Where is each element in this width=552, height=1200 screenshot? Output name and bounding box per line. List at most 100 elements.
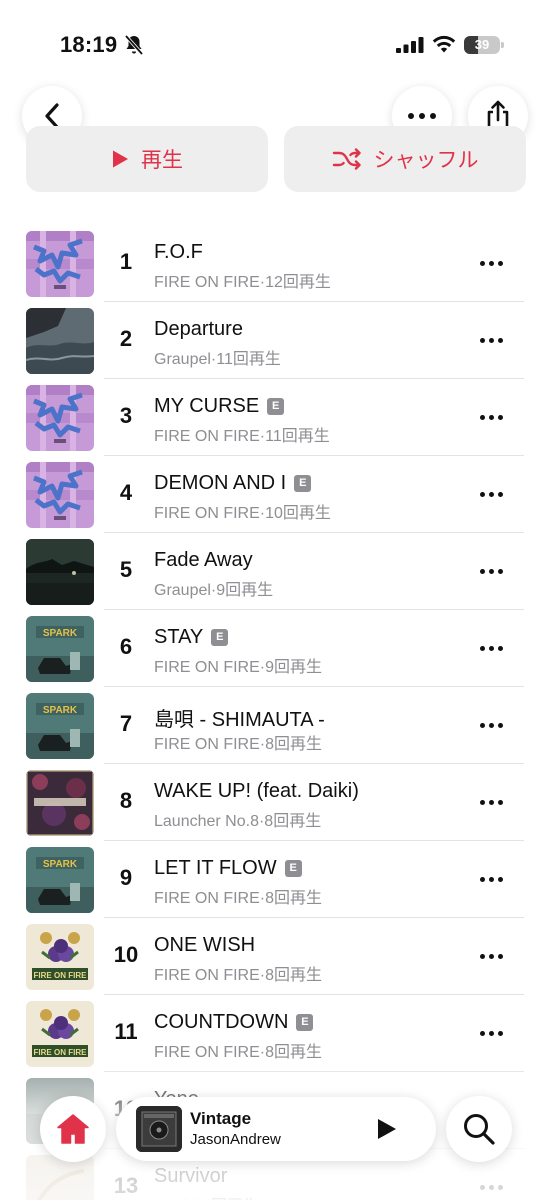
track-more-button[interactable] — [476, 1021, 506, 1045]
track-play-count: 10回再生 — [265, 505, 331, 522]
track-number: 6 — [119, 634, 133, 659]
home-button[interactable] — [40, 1096, 106, 1162]
track-title: Fade Away — [154, 549, 253, 571]
track-artwork — [26, 231, 94, 297]
track-row[interactable]: SPARK 9 LET IT FLOW E FIRE ON FIRE·8回再生 — [0, 841, 552, 918]
search-icon — [464, 1114, 495, 1145]
svg-text:SPARK: SPARK — [43, 628, 78, 639]
track-more-button[interactable] — [476, 790, 506, 814]
track-artwork: FIRE ON FIRE — [26, 1001, 94, 1067]
track-row[interactable]: FIRE ON FIRE 10 ONE WISH FIRE ON FIRE·8回再生 — [0, 918, 552, 995]
track-artist: FIRE ON FIRE — [154, 428, 260, 445]
track-more-button[interactable] — [476, 482, 506, 506]
now-playing-artist: JasonAndrew — [190, 1131, 281, 1148]
explicit-badge: E — [284, 860, 302, 877]
track-artwork — [26, 308, 94, 374]
track-play-count: 9回再生 — [216, 582, 274, 599]
track-title: 島唄 - SHIMAUTA - — [154, 709, 325, 731]
track-more-button[interactable] — [476, 559, 506, 583]
track-artist: Graupel — [154, 351, 211, 368]
track-title: MY CURSE — [154, 395, 260, 417]
track-artwork: SPARK — [26, 693, 94, 759]
track-title-line: Fade Away — [154, 549, 253, 572]
play-icon[interactable] — [374, 1117, 398, 1141]
track-play-count: 9回再生 — [265, 659, 323, 676]
shuffle-icon — [332, 148, 361, 170]
track-title-line: ONE WISH — [154, 934, 255, 957]
track-title-line: STAY E — [154, 626, 229, 649]
track-play-count: 8回再生 — [265, 890, 323, 907]
track-title-line: DEMON AND I E — [154, 472, 312, 495]
cellular-signal-icon — [396, 37, 424, 53]
track-artwork: FIRE ON FIRE — [26, 924, 94, 990]
explicit-badge: E — [294, 475, 312, 492]
track-more-button[interactable] — [476, 944, 506, 968]
track-number: 10 — [113, 942, 139, 967]
explicit-badge: E — [211, 629, 229, 646]
home-icon — [57, 1114, 89, 1144]
shuffle-button[interactable]: シャッフル — [284, 126, 526, 192]
track-more-button[interactable] — [476, 713, 506, 737]
now-playing-artwork — [136, 1106, 182, 1152]
track-more-button[interactable] — [476, 867, 506, 891]
track-more-button[interactable] — [476, 636, 506, 660]
track-artwork — [26, 770, 94, 836]
track-title-line: COUNTDOWN E — [154, 1011, 314, 1034]
track-row[interactable]: 2 Departure Graupel·11回再生 — [0, 302, 552, 379]
play-icon — [113, 150, 128, 168]
track-play-count: 8回再生 — [265, 736, 323, 753]
search-button[interactable] — [446, 1096, 512, 1162]
track-title: STAY — [154, 626, 204, 648]
status-bar: 18:19 39 — [0, 0, 552, 90]
track-more-button[interactable] — [476, 328, 506, 352]
track-row[interactable]: 4 DEMON AND I E FIRE ON FIRE·10回再生 — [0, 456, 552, 533]
track-subtitle: FIRE ON FIRE·8回再生 — [154, 1038, 322, 1062]
track-title-line: F.O.F — [154, 241, 203, 264]
track-artwork — [26, 385, 94, 451]
track-subtitle: FIRE ON FIRE·9回再生 — [154, 653, 322, 677]
mini-player[interactable]: Vintage JasonAndrew — [116, 1097, 436, 1161]
track-title-line: WAKE UP! (feat. Daiki) — [154, 780, 359, 803]
battery-level: 39 — [474, 37, 490, 52]
track-title: DEMON AND I — [154, 472, 287, 494]
track-artwork — [26, 462, 94, 528]
svg-text:SPARK: SPARK — [43, 859, 78, 870]
ellipsis-icon — [408, 113, 436, 119]
track-title-line: LET IT FLOW E — [154, 857, 302, 880]
track-artwork — [26, 539, 94, 605]
play-label: 再生 — [141, 149, 183, 172]
track-title-line: MY CURSE E — [154, 395, 285, 418]
track-artwork: SPARK — [26, 616, 94, 682]
track-row[interactable]: 3 MY CURSE E FIRE ON FIRE·11回再生 — [0, 379, 552, 456]
track-subtitle: FIRE ON FIRE·11回再生 — [154, 422, 330, 446]
status-time: 18:19 — [60, 32, 118, 57]
track-row[interactable]: 5 Fade Away Graupel·9回再生 — [0, 533, 552, 610]
track-more-button[interactable] — [476, 405, 506, 429]
track-more-button[interactable] — [476, 251, 506, 275]
svg-text:SPARK: SPARK — [43, 705, 78, 716]
explicit-badge: E — [267, 398, 285, 415]
svg-text:FIRE ON FIRE: FIRE ON FIRE — [34, 1048, 88, 1057]
track-artist: FIRE ON FIRE — [154, 736, 260, 753]
track-artist: Graupel — [154, 582, 211, 599]
play-button[interactable]: 再生 — [26, 126, 268, 192]
track-artist: FIRE ON FIRE — [154, 505, 260, 522]
track-subtitle: FIRE ON FIRE·8回再生 — [154, 884, 322, 908]
track-row[interactable]: SPARK 6 STAY E FIRE ON FIRE·9回再生 — [0, 610, 552, 687]
track-row[interactable]: SPARK 7 島唄 - SHIMAUTA - FIRE ON FIRE·8回再生 — [0, 687, 552, 764]
track-row[interactable]: 1 F.O.F FIRE ON FIRE·12回再生 — [0, 225, 552, 302]
track-row[interactable]: 8 WAKE UP! (feat. Daiki) Launcher No.8·8回再… — [0, 764, 552, 841]
track-play-count: 8回再生 — [265, 1044, 323, 1061]
track-artwork: SPARK — [26, 847, 94, 913]
shuffle-label: シャッフル — [373, 149, 479, 172]
track-title: LET IT FLOW — [154, 857, 277, 879]
track-title: WAKE UP! (feat. Daiki) — [154, 780, 359, 802]
track-subtitle: FIRE ON FIRE·8回再生 — [154, 730, 322, 754]
track-title-line: Departure — [154, 318, 243, 341]
track-play-count: 11回再生 — [216, 351, 281, 368]
track-play-count: 12回再生 — [265, 274, 331, 291]
track-artist: Launcher No.8 — [154, 813, 259, 830]
track-artist: FIRE ON FIRE — [154, 967, 260, 984]
track-subtitle: FIRE ON FIRE·8回再生 — [154, 961, 322, 985]
track-number: 5 — [119, 557, 133, 582]
